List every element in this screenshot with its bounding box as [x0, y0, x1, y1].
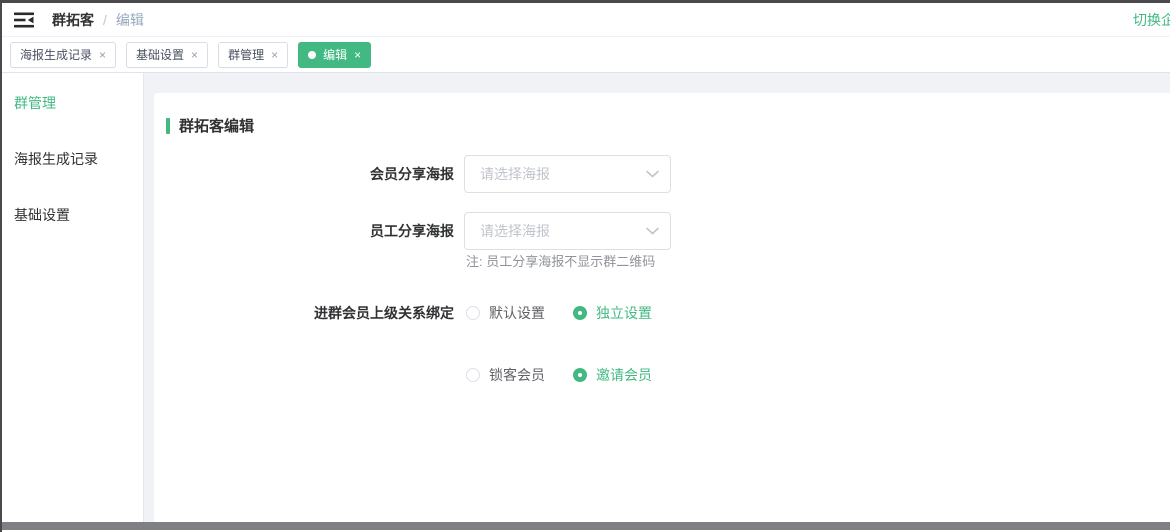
- radio-circle-icon: [573, 306, 587, 320]
- sidebar-collapse-icon[interactable]: [14, 12, 34, 28]
- window-bottom-edge: [2, 522, 1170, 530]
- title-accent-bar: [166, 118, 170, 134]
- tab-label: 群管理: [228, 46, 264, 63]
- radio-label: 锁客会员: [489, 365, 545, 385]
- tab-basic-settings[interactable]: 基础设置 ×: [126, 42, 208, 68]
- app-window: 群拓客 / 编辑 切换企 海报生成记录 × 基础设置 × 群管理 × 编辑 × 群管…: [0, 0, 1170, 532]
- select-placeholder: 请选择海报: [480, 164, 550, 184]
- breadcrumb-separator: /: [103, 12, 107, 28]
- close-icon[interactable]: ×: [191, 49, 198, 61]
- radio-lock-member[interactable]: 锁客会员: [466, 365, 545, 385]
- form-row-relation-bind-2: 锁客会员 邀请会员: [154, 363, 1170, 387]
- breadcrumb-root[interactable]: 群拓客: [52, 12, 94, 28]
- sidebar-item-group-manage[interactable]: 群管理: [2, 75, 143, 131]
- radio-circle-icon: [466, 368, 480, 382]
- select-placeholder: 请选择海报: [480, 221, 550, 241]
- member-poster-label: 会员分享海报: [154, 164, 454, 184]
- active-dot-icon: [308, 51, 316, 59]
- relation-bind-radio-group-1: 默认设置 独立设置: [466, 301, 886, 325]
- top-header: 群拓客 / 编辑 切换企: [2, 3, 1170, 37]
- workspace: 群管理 海报生成记录 基础设置 群拓客编辑 会员分享海报 请选择海报: [2, 73, 1170, 522]
- tag-view-bar: 海报生成记录 × 基础设置 × 群管理 × 编辑 ×: [2, 37, 1170, 73]
- staff-poster-select[interactable]: 请选择海报: [464, 212, 671, 250]
- form-row-member-poster: 会员分享海报 请选择海报: [154, 155, 1170, 193]
- staff-poster-note: 注: 员工分享海报不显示群二维码: [466, 251, 655, 270]
- tab-poster-records[interactable]: 海报生成记录 ×: [10, 42, 116, 68]
- page-title-text: 群拓客编辑: [179, 115, 254, 136]
- sidebar-menu: 群管理 海报生成记录 基础设置: [2, 73, 144, 522]
- close-icon[interactable]: ×: [99, 49, 106, 61]
- radio-independent-setting[interactable]: 独立设置: [573, 303, 652, 323]
- page-title: 群拓客编辑: [166, 115, 254, 136]
- relation-bind-radio-group-2: 锁客会员 邀请会员: [466, 363, 886, 387]
- tab-edit-active[interactable]: 编辑 ×: [298, 42, 371, 68]
- relation-bind-label: 进群会员上级关系绑定: [154, 303, 454, 323]
- chevron-down-icon: [646, 227, 659, 235]
- content-card: 群拓客编辑 会员分享海报 请选择海报 员工分享海报 请选择海报: [154, 93, 1170, 522]
- switch-enterprise-link[interactable]: 切换企: [1133, 10, 1170, 30]
- sidebar-item-poster-records[interactable]: 海报生成记录: [2, 131, 143, 187]
- radio-circle-icon: [466, 306, 480, 320]
- form-row-relation-bind: 进群会员上级关系绑定 默认设置 独立设置: [154, 301, 1170, 325]
- radio-invite-member[interactable]: 邀请会员: [573, 365, 652, 385]
- member-poster-select[interactable]: 请选择海报: [464, 155, 671, 193]
- radio-circle-icon: [573, 368, 587, 382]
- breadcrumb-current: 编辑: [116, 12, 144, 28]
- tab-label: 基础设置: [136, 46, 184, 63]
- radio-label: 独立设置: [596, 303, 652, 323]
- sidebar-item-basic-settings[interactable]: 基础设置: [2, 187, 143, 243]
- tab-label: 海报生成记录: [20, 46, 92, 63]
- radio-label: 默认设置: [489, 303, 545, 323]
- tab-group-manage[interactable]: 群管理 ×: [218, 42, 288, 68]
- chevron-down-icon: [646, 170, 659, 178]
- radio-default-setting[interactable]: 默认设置: [466, 303, 545, 323]
- close-icon[interactable]: ×: [271, 49, 278, 61]
- breadcrumb: 群拓客 / 编辑: [52, 10, 144, 30]
- tab-label: 编辑: [323, 46, 347, 63]
- radio-label: 邀请会员: [596, 365, 652, 385]
- form-row-staff-poster: 员工分享海报 请选择海报: [154, 212, 1170, 250]
- staff-poster-label: 员工分享海报: [154, 221, 454, 241]
- close-icon[interactable]: ×: [354, 49, 361, 61]
